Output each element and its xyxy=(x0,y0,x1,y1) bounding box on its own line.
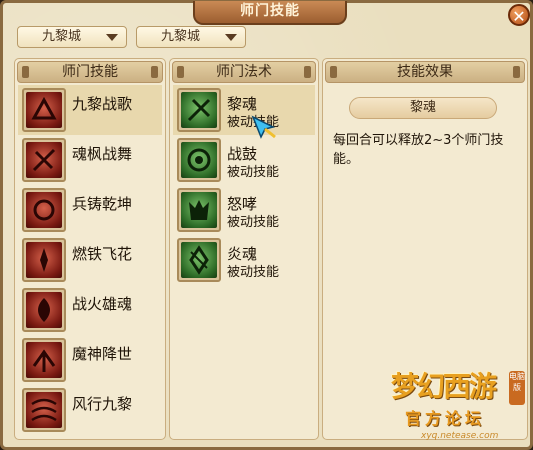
skill-label: 战火雄魂 xyxy=(72,295,133,313)
close-button[interactable]: ✕ xyxy=(508,4,530,26)
art-type: 被动技能 xyxy=(227,215,280,230)
location-dropdown[interactable]: 九黎城 xyxy=(136,26,246,48)
faction-arts-panel: 师门法术 黎魂 被动技能 战鼓 被动技能 怒哮 被动技能 炎魂 被动技能 xyxy=(169,58,319,440)
skill-item-7[interactable]: 风行九黎 xyxy=(18,385,162,435)
faction-skills-panel: 师门技能 九黎战歌 魂枫战舞 兵铸乾坤 燃铁飞花 战火雄魂 魔神降世 风行九黎 xyxy=(14,58,166,440)
skill-label: 魂枫战舞 xyxy=(72,145,133,163)
skill-label: 魔神降世 xyxy=(72,345,133,363)
title-bar: 师门技能 ✕ xyxy=(3,1,530,26)
art-icon xyxy=(177,188,221,232)
skill-window: 师门技能 ✕ 九黎城 九黎城 师门技能 九黎战歌 魂枫战舞 兵铸乾坤 燃铁飞花 … xyxy=(0,0,533,450)
close-icon: ✕ xyxy=(512,7,526,26)
art-type: 被动技能 xyxy=(227,165,280,180)
skill-icon xyxy=(22,238,66,282)
watermark-logo: 梦幻西游 电脑版 官方论坛 xyq.netease.com xyxy=(391,365,531,447)
chevron-down-icon xyxy=(225,34,237,41)
skill-label: 九黎战歌 xyxy=(72,95,133,113)
watermark-subtitle: 官方论坛 xyxy=(405,409,486,428)
art-icon xyxy=(177,138,221,182)
skill-icon xyxy=(22,338,66,382)
skill-icon xyxy=(22,288,66,332)
skill-icon xyxy=(22,388,66,432)
watermark-badge: 电脑版 xyxy=(509,371,525,405)
skill-item-4[interactable]: 燃铁飞花 xyxy=(18,235,162,285)
skill-label: 燃铁飞花 xyxy=(72,245,133,263)
watermark-title: 梦幻西游 xyxy=(391,370,497,403)
skill-item-2[interactable]: 魂枫战舞 xyxy=(18,135,162,185)
faction-dropdown-value: 九黎城 xyxy=(42,29,82,44)
faction-dropdown[interactable]: 九黎城 xyxy=(17,26,127,48)
faction-skills-header: 师门技能 xyxy=(17,61,163,83)
effect-description: 每回合可以释放2~3个师门技能。 xyxy=(333,133,504,167)
effect-skill-name: 黎魂 xyxy=(349,97,497,119)
location-dropdown-value: 九黎城 xyxy=(161,29,201,44)
skill-item-6[interactable]: 魔神降世 xyxy=(18,335,162,385)
art-icon xyxy=(177,238,221,282)
skill-item-1[interactable]: 九黎战歌 xyxy=(18,85,162,135)
skill-icon xyxy=(22,188,66,232)
art-icon xyxy=(177,88,221,132)
skill-icon xyxy=(22,138,66,182)
skill-label: 兵铸乾坤 xyxy=(72,195,133,213)
chevron-down-icon xyxy=(106,34,118,41)
art-item-3[interactable]: 怒哮 被动技能 xyxy=(173,185,315,235)
art-item-1[interactable]: 黎魂 被动技能 xyxy=(173,85,315,135)
faction-arts-header: 师门法术 xyxy=(172,61,316,83)
skill-icon xyxy=(22,88,66,132)
art-item-2[interactable]: 战鼓 被动技能 xyxy=(173,135,315,185)
skill-item-5[interactable]: 战火雄魂 xyxy=(18,285,162,335)
art-type: 被动技能 xyxy=(227,265,280,280)
skill-item-3[interactable]: 兵铸乾坤 xyxy=(18,185,162,235)
skill-label: 风行九黎 xyxy=(72,395,133,413)
art-item-4[interactable]: 炎魂 被动技能 xyxy=(173,235,315,285)
watermark-url: xyq.netease.com xyxy=(421,431,499,441)
window-title: 师门技能 xyxy=(193,1,347,25)
skill-effect-header: 技能效果 xyxy=(325,61,525,83)
cursor-icon xyxy=(251,115,276,139)
